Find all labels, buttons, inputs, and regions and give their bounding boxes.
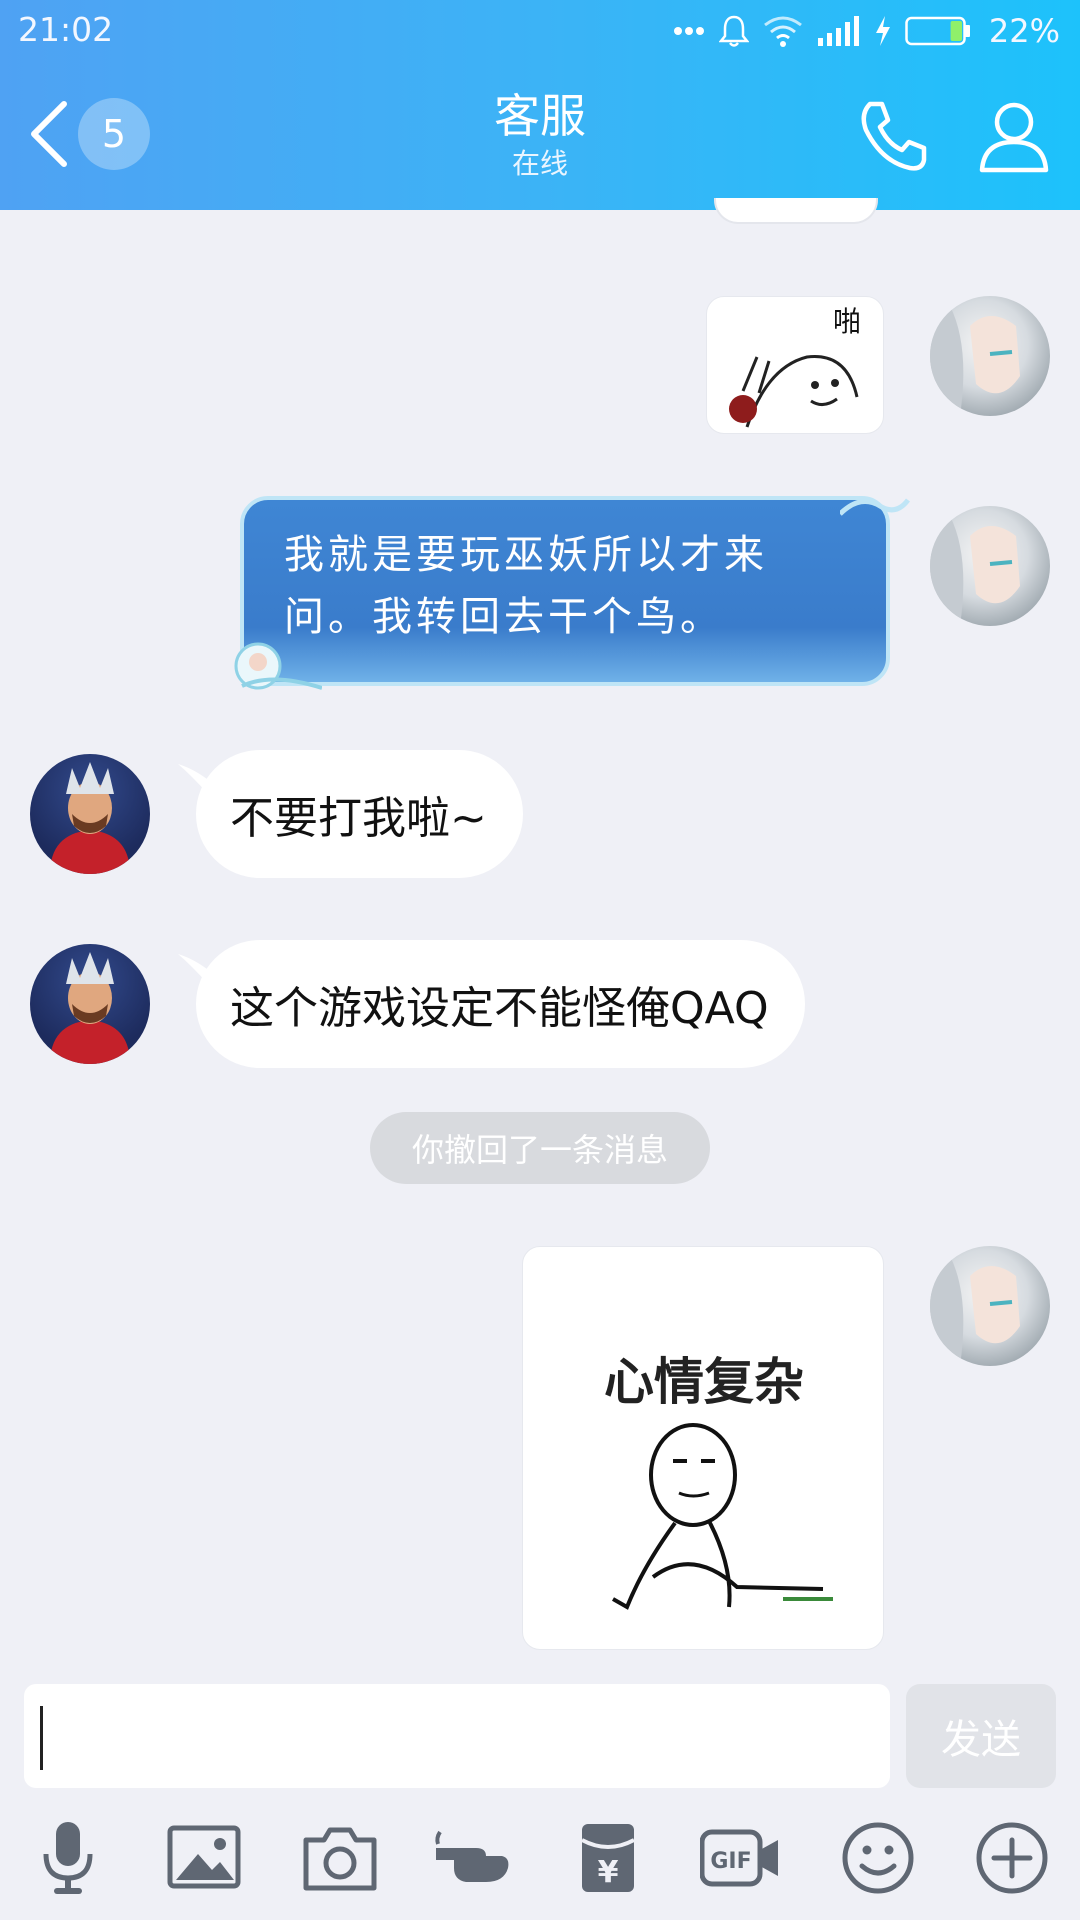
message-bubble[interactable]: 这个游戏设定不能怪俺QAQ xyxy=(196,940,805,1068)
agent-avatar[interactable] xyxy=(30,944,150,1064)
call-button[interactable] xyxy=(852,96,932,176)
message-input[interactable] xyxy=(24,1684,890,1788)
text-cursor xyxy=(40,1706,43,1770)
gif-icon[interactable]: GIF xyxy=(700,1818,780,1898)
chat-header: 21:02 22% 5 客服 在线 xyxy=(0,0,1080,210)
microphone-icon[interactable] xyxy=(28,1818,108,1898)
sticker-caption: 心情复杂 xyxy=(604,1353,804,1411)
battery-percent: 22% xyxy=(988,12,1060,50)
bell-icon xyxy=(718,15,749,47)
sticker-message[interactable]: 啪 xyxy=(706,296,884,434)
slap-sticker-image: 啪 xyxy=(729,305,861,428)
signal-icon xyxy=(817,16,859,46)
status-icons: 22% xyxy=(673,8,1060,54)
input-toolbar: ¥ GIF xyxy=(0,1818,1080,1908)
svg-text:GIF: GIF xyxy=(710,1849,751,1874)
complicated-mood-sticker-image: 心情复杂 xyxy=(604,1353,833,1610)
sticker-message[interactable]: 心情复杂 xyxy=(522,1246,884,1650)
chat-title-block: 客服 在线 xyxy=(340,86,740,182)
sticker-caption: 啪 xyxy=(833,305,861,338)
plus-icon[interactable] xyxy=(972,1818,1052,1898)
chevron-left-icon xyxy=(31,101,67,167)
more-dots-icon xyxy=(673,27,704,35)
wifi-icon xyxy=(763,16,802,47)
self-avatar[interactable] xyxy=(930,1246,1050,1366)
phone-icon xyxy=(861,101,927,171)
message-bubble-fancy[interactable]: 我就是要玩巫妖所以才来问。我转回去干个鸟。 xyxy=(240,496,890,686)
profile-button[interactable] xyxy=(974,96,1054,176)
online-status: 在线 xyxy=(511,147,568,180)
battery-icon xyxy=(905,16,970,46)
unread-count-badge[interactable]: 5 xyxy=(78,98,150,170)
red-packet-icon[interactable]: ¥ xyxy=(568,1818,648,1898)
bubble-decoration-icon xyxy=(234,642,322,690)
send-button[interactable]: 发送 xyxy=(906,1684,1056,1788)
message-bubble[interactable]: 不要打我啦~ xyxy=(196,750,523,878)
back-button[interactable] xyxy=(26,96,76,172)
chat-title: 客服 xyxy=(494,89,586,143)
status-time: 21:02 xyxy=(18,10,114,49)
emoji-icon[interactable] xyxy=(838,1818,918,1898)
agent-avatar[interactable] xyxy=(30,754,150,874)
status-bar: 21:02 22% xyxy=(0,0,1080,62)
image-icon[interactable] xyxy=(164,1818,244,1898)
avatar-image xyxy=(930,506,1020,626)
self-avatar[interactable] xyxy=(930,506,1050,626)
message-text: 我就是要玩巫妖所以才来问。我转回去干个鸟。 xyxy=(284,532,768,640)
self-avatar[interactable] xyxy=(930,296,1050,416)
charging-icon xyxy=(875,16,890,46)
profile-icon xyxy=(979,102,1049,173)
avatar-image xyxy=(930,1246,1020,1366)
poke-hand-icon[interactable] xyxy=(432,1818,512,1898)
message-text: 不要打我啦~ xyxy=(230,793,487,844)
message-text: 这个游戏设定不能怪俺QAQ xyxy=(230,983,769,1034)
previous-message-edge xyxy=(714,198,878,224)
camera-icon[interactable] xyxy=(300,1818,380,1898)
avatar-image xyxy=(50,762,130,874)
svg-text:¥: ¥ xyxy=(598,1855,619,1890)
avatar-image xyxy=(50,952,130,1064)
recall-notice: 你撤回了一条消息 xyxy=(370,1112,710,1184)
bubble-wave-icon xyxy=(840,498,910,516)
avatar-image xyxy=(930,296,1020,416)
